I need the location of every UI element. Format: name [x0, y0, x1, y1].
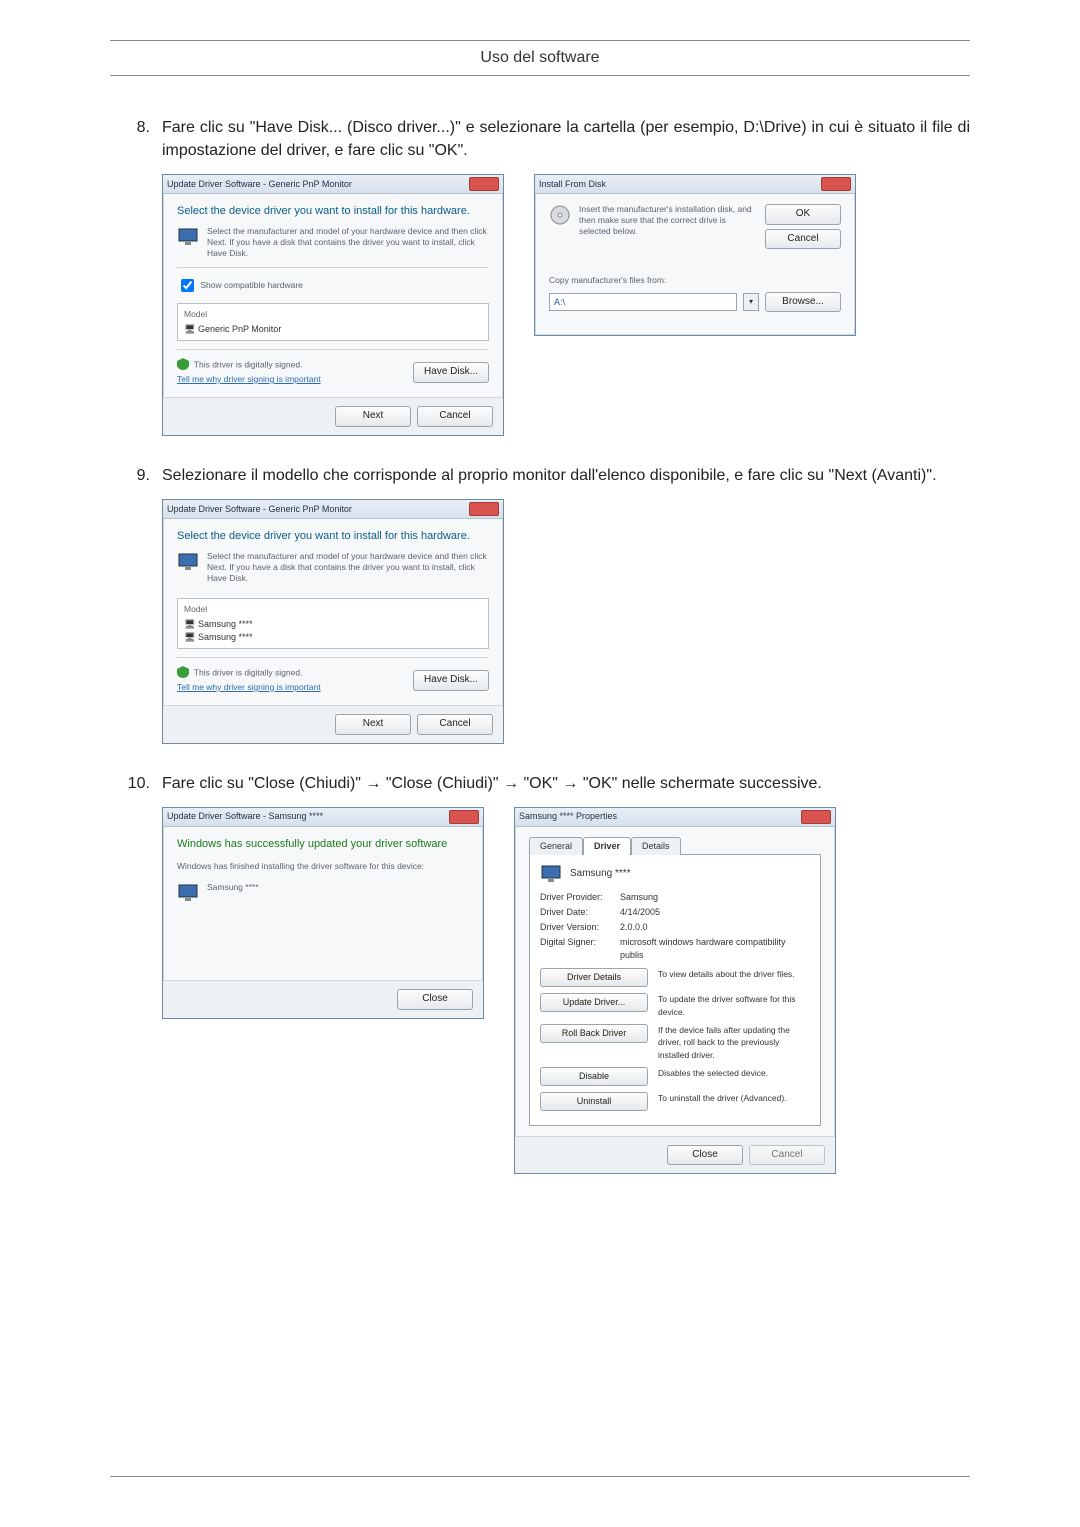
- dialog-subtext: Select the manufacturer and model of you…: [207, 226, 489, 259]
- uninstall-desc: To uninstall the driver (Advanced).: [658, 1092, 810, 1104]
- step-number: 9.: [110, 464, 162, 754]
- footer-rule: [110, 1476, 970, 1477]
- version-value: 2.0.0.0: [620, 921, 810, 934]
- dialog-heading: Select the device driver you want to ins…: [177, 204, 489, 220]
- dropdown-icon[interactable]: ▾: [743, 293, 759, 311]
- disk-icon: [549, 204, 571, 226]
- steps-list: 8. Fare clic su "Have Disk... (Disco dri…: [110, 116, 970, 1184]
- dialog-update-success: Update Driver Software - Samsung **** Wi…: [162, 807, 484, 1019]
- close-icon[interactable]: [469, 177, 499, 191]
- monitor-icon: [177, 551, 199, 573]
- disable-desc: Disables the selected device.: [658, 1067, 810, 1079]
- dialog-subtext: Select the manufacturer and model of you…: [207, 551, 489, 584]
- next-button[interactable]: Next: [335, 406, 411, 427]
- dialog-update-driver-1: Update Driver Software - Generic PnP Mon…: [162, 174, 504, 436]
- signed-label: This driver is digitally signed.: [194, 359, 303, 369]
- tab-details[interactable]: Details: [631, 837, 681, 855]
- step-text: Selezionare il modello che corrisponde a…: [162, 464, 970, 487]
- uninstall-button[interactable]: Uninstall: [540, 1092, 648, 1111]
- date-value: 4/14/2005: [620, 906, 810, 919]
- dialog-update-driver-2: Update Driver Software - Generic PnP Mon…: [162, 499, 504, 744]
- driver-details-desc: To view details about the driver files.: [658, 968, 810, 980]
- provider-key: Driver Provider:: [540, 891, 620, 904]
- cancel-button[interactable]: Cancel: [765, 229, 841, 250]
- dialog-title: Update Driver Software - Samsung ****: [167, 810, 323, 823]
- cancel-button: Cancel: [749, 1145, 825, 1166]
- list-header: Model: [184, 308, 482, 320]
- dialog-install-from-disk: Install From Disk Insert the manufacture…: [534, 174, 856, 336]
- dialog-title: Install From Disk: [539, 178, 606, 191]
- version-key: Driver Version:: [540, 921, 620, 934]
- shield-icon: [177, 666, 191, 680]
- shield-icon: [177, 358, 191, 372]
- step-8: 8. Fare clic su "Have Disk... (Disco dri…: [110, 116, 970, 446]
- driver-details-button[interactable]: Driver Details: [540, 968, 648, 987]
- list-item[interactable]: 🖥 Samsung ****: [184, 631, 482, 644]
- monitor-icon: [177, 882, 199, 904]
- have-disk-button[interactable]: Have Disk...: [413, 362, 489, 383]
- close-icon[interactable]: [801, 810, 831, 824]
- cancel-button[interactable]: Cancel: [417, 714, 493, 735]
- list-header: Model: [184, 603, 482, 615]
- close-icon[interactable]: [469, 502, 499, 516]
- header-rule-bottom: [110, 75, 970, 76]
- tab-driver[interactable]: Driver: [583, 837, 631, 855]
- next-button[interactable]: Next: [335, 714, 411, 735]
- dialog-title: Samsung **** Properties: [519, 810, 617, 823]
- rollback-button[interactable]: Roll Back Driver: [540, 1024, 648, 1043]
- signing-link[interactable]: Tell me why driver signing is important: [177, 374, 321, 384]
- close-button[interactable]: Close: [667, 1145, 743, 1166]
- step-text: Fare clic su "Close (Chiudi)" → "Close (…: [162, 772, 970, 795]
- copy-from-label: Copy manufacturer's files from:: [549, 275, 841, 286]
- dialog-heading: Select the device driver you want to ins…: [177, 529, 489, 545]
- header-rule-top: [110, 40, 970, 41]
- date-key: Driver Date:: [540, 906, 620, 919]
- disable-button[interactable]: Disable: [540, 1067, 648, 1086]
- signed-label: This driver is digitally signed.: [194, 667, 303, 677]
- signer-value: microsoft windows hardware compatibility…: [620, 936, 810, 962]
- success-subtext: Windows has finished installing the driv…: [177, 861, 469, 872]
- page: Uso del software 8. Fare clic su "Have D…: [0, 0, 1080, 1527]
- step-text: Fare clic su "Have Disk... (Disco driver…: [162, 116, 970, 162]
- device-name: Samsung ****: [207, 882, 259, 893]
- have-disk-button[interactable]: Have Disk...: [413, 670, 489, 691]
- signer-key: Digital Signer:: [540, 936, 620, 962]
- step-9: 9. Selezionare il modello che corrispond…: [110, 464, 970, 754]
- model-listbox[interactable]: Model 🖥 Generic PnP Monitor: [177, 303, 489, 340]
- update-driver-button[interactable]: Update Driver...: [540, 993, 648, 1012]
- show-compatible-checkbox[interactable]: Show compatible hardware: [177, 280, 303, 290]
- step-10: 10. Fare clic su "Close (Chiudi)" → "Clo…: [110, 772, 970, 1185]
- signing-link[interactable]: Tell me why driver signing is important: [177, 682, 321, 692]
- device-name: Samsung ****: [570, 867, 631, 882]
- close-icon[interactable]: [449, 810, 479, 824]
- success-heading: Windows has successfully updated your dr…: [177, 837, 469, 853]
- install-msg: Insert the manufacturer's installation d…: [579, 204, 757, 237]
- dialog-properties: Samsung **** Properties General Driver D…: [514, 807, 836, 1174]
- update-driver-desc: To update the driver software for this d…: [658, 993, 810, 1018]
- model-listbox[interactable]: Model 🖥 Samsung **** 🖥 Samsung ****: [177, 598, 489, 648]
- close-button[interactable]: Close: [397, 989, 473, 1010]
- dialog-title: Update Driver Software - Generic PnP Mon…: [167, 178, 352, 191]
- step-number: 10.: [110, 772, 162, 1185]
- step-number: 8.: [110, 116, 162, 446]
- tab-general[interactable]: General: [529, 837, 583, 855]
- rollback-desc: If the device fails after updating the d…: [658, 1024, 810, 1061]
- path-input[interactable]: A:\: [549, 293, 737, 311]
- list-item[interactable]: 🖥 Samsung ****: [184, 618, 482, 631]
- page-title: Uso del software: [110, 49, 970, 67]
- list-item[interactable]: 🖥 Generic PnP Monitor: [184, 323, 482, 336]
- monitor-icon: [177, 226, 199, 248]
- dialog-title: Update Driver Software - Generic PnP Mon…: [167, 503, 352, 516]
- checkbox-label: Show compatible hardware: [200, 280, 303, 290]
- cancel-button[interactable]: Cancel: [417, 406, 493, 427]
- ok-button[interactable]: OK: [765, 204, 841, 225]
- close-icon[interactable]: [821, 177, 851, 191]
- browse-button[interactable]: Browse...: [765, 292, 841, 313]
- provider-value: Samsung: [620, 891, 810, 904]
- monitor-icon: [540, 863, 562, 885]
